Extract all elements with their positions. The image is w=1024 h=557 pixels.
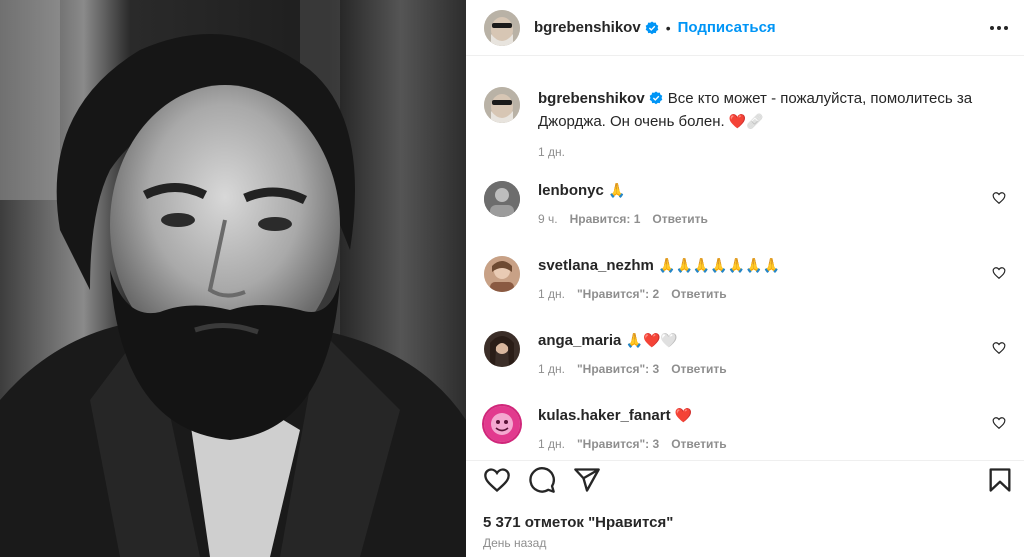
comment-like-count[interactable]: "Нравится": 3 — [577, 362, 659, 376]
heart-icon[interactable] — [992, 341, 1006, 355]
comment-time[interactable]: 9 ч. — [538, 212, 558, 226]
caption-text-block: bgrebenshikov Все кто может - пожалуйста,… — [538, 87, 998, 134]
commenter-username[interactable]: lenbonyc — [538, 182, 604, 199]
comment-like-count[interactable]: "Нравится": 3 — [577, 437, 659, 451]
portrait-image — [0, 0, 466, 557]
comment-icon[interactable] — [528, 466, 556, 494]
post-photo — [0, 0, 466, 557]
commenter-username[interactable]: svetlana_nezhm — [538, 257, 654, 274]
comment-like-count[interactable]: "Нравится": 2 — [577, 287, 659, 301]
follow-button[interactable]: Подписаться — [678, 19, 776, 36]
comment-item: svetlana_nezhm 🙏🙏🙏🙏🙏🙏🙏 1 дн. "Нравится":… — [484, 256, 1006, 301]
post-actions-bar: 5 371 отметок "Нравится" День назад — [466, 460, 1024, 557]
reply-button[interactable]: Ответить — [671, 287, 726, 301]
share-icon[interactable] — [573, 466, 601, 494]
post-timestamp[interactable]: День назад — [483, 536, 546, 550]
caption-timestamp[interactable]: 1 дн. — [538, 145, 998, 159]
commenter-avatar[interactable] — [484, 181, 520, 217]
comment-time[interactable]: 1 дн. — [538, 437, 565, 451]
author-username[interactable]: bgrebenshikov — [534, 19, 641, 36]
commenter-avatar[interactable] — [484, 331, 520, 367]
caption-emoji: ❤️🩹 — [728, 114, 764, 130]
post-header: bgrebenshikov • Подписаться — [466, 0, 1024, 56]
post-side-panel: bgrebenshikov • Подписаться bgrebenshiko… — [466, 0, 1024, 557]
comment-item: lenbonyc 🙏 9 ч. Нравится: 1 Ответить — [484, 181, 1006, 226]
bookmark-icon[interactable] — [986, 466, 1014, 494]
heart-icon[interactable] — [992, 191, 1006, 205]
commenter-username[interactable]: kulas.haker_fanart — [538, 407, 671, 424]
author-avatar[interactable] — [484, 9, 520, 46]
comment-text: 🙏 — [608, 183, 626, 199]
verified-badge-icon — [645, 20, 659, 34]
reply-button[interactable]: Ответить — [652, 212, 707, 226]
commenter-username[interactable]: anga_maria — [538, 332, 621, 349]
comment-time[interactable]: 1 дн. — [538, 362, 565, 376]
commenter-avatar[interactable] — [484, 406, 520, 442]
caption-author-username[interactable]: bgrebenshikov — [538, 90, 645, 107]
post-caption: bgrebenshikov Все кто может - пожалуйста,… — [484, 87, 998, 159]
comment-text: 🙏🙏🙏🙏🙏🙏🙏 — [658, 258, 781, 274]
comment-item: kulas.haker_fanart ❤️ 1 дн. "Нравится": … — [484, 406, 1006, 451]
reply-button[interactable]: Ответить — [671, 437, 726, 451]
comments-section[interactable]: bgrebenshikov Все кто может - пожалуйста,… — [466, 56, 1024, 460]
verified-badge-icon — [649, 91, 663, 105]
heart-icon[interactable] — [992, 266, 1006, 280]
caption-author-avatar[interactable] — [484, 87, 520, 123]
more-options-icon[interactable] — [988, 17, 1010, 39]
comment-text: ❤️ — [674, 408, 693, 424]
likes-total[interactable]: 5 371 отметок "Нравится" — [483, 514, 673, 531]
commenter-avatar[interactable] — [484, 256, 520, 292]
reply-button[interactable]: Ответить — [671, 362, 726, 376]
comment-time[interactable]: 1 дн. — [538, 287, 565, 301]
separator-dot: • — [665, 19, 671, 36]
comment-item: anga_maria 🙏❤️🤍 1 дн. "Нравится": 3 Отве… — [484, 331, 1006, 376]
comment-text: 🙏❤️🤍 — [625, 333, 678, 349]
heart-icon[interactable] — [483, 466, 511, 494]
heart-icon[interactable] — [992, 416, 1006, 430]
comment-like-count[interactable]: Нравится: 1 — [570, 212, 641, 226]
